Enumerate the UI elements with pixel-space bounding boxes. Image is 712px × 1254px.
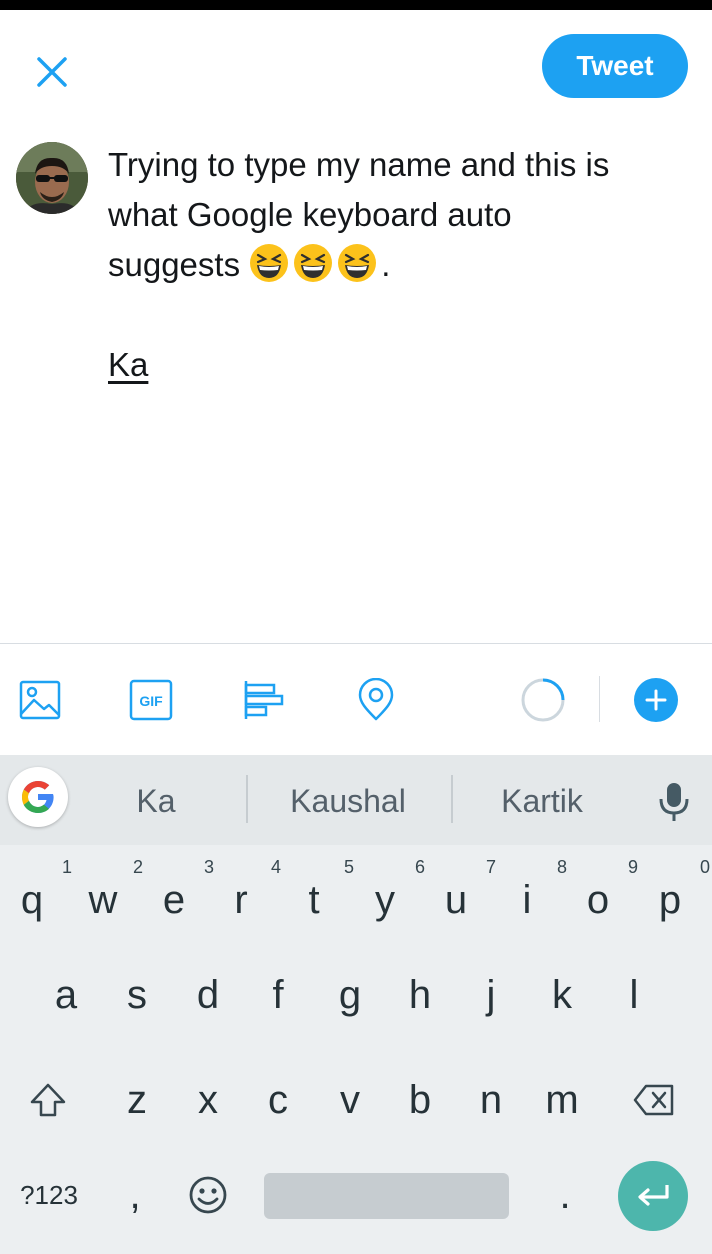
key-label: o <box>586 877 610 922</box>
toolbar-separator <box>599 676 600 722</box>
key-label: e <box>162 877 186 922</box>
poll-icon <box>244 681 284 719</box>
key-y[interactable]: y6 <box>357 857 425 940</box>
key-label: u <box>444 877 468 922</box>
suggestion-separator <box>246 775 248 823</box>
plus-icon <box>645 689 667 711</box>
microphone-icon <box>659 783 689 821</box>
close-button[interactable] <box>30 50 74 94</box>
symbols-key[interactable]: ?123 <box>8 1160 90 1230</box>
add-poll-button[interactable] <box>242 678 286 722</box>
key-label: r <box>234 877 248 922</box>
status-bar <box>0 0 712 10</box>
gif-label: GIF <box>139 693 163 709</box>
suggestion-item[interactable]: Ka <box>96 773 216 829</box>
key-q[interactable]: q1 <box>4 857 72 940</box>
grinning-squinting-face-icon <box>338 244 377 282</box>
key-v[interactable]: v <box>322 1060 378 1140</box>
suggestion-item[interactable]: Kartik <box>472 773 612 829</box>
emoji-key[interactable] <box>180 1160 236 1230</box>
key-w[interactable]: w2 <box>75 857 143 940</box>
key-c[interactable]: c <box>250 1060 306 1140</box>
backspace-key[interactable] <box>626 1060 682 1140</box>
voice-input-button[interactable] <box>654 777 694 827</box>
grinning-squinting-face-icon <box>294 244 333 282</box>
compose-line-emoji: suggests . <box>108 240 688 290</box>
avatar <box>16 142 88 214</box>
key-z[interactable]: z <box>109 1060 165 1140</box>
key-j[interactable]: j <box>463 955 519 1035</box>
backspace-icon <box>633 1084 674 1116</box>
add-location-button[interactable] <box>354 677 398 722</box>
compose-line: Trying to type my name and this is <box>108 146 610 183</box>
google-g-icon <box>22 781 54 813</box>
key-hint: 7 <box>485 857 496 877</box>
key-d[interactable]: d <box>180 955 236 1035</box>
key-n[interactable]: n <box>463 1060 519 1140</box>
key-label: i <box>522 877 532 922</box>
key-label: y <box>375 877 395 922</box>
key-e[interactable]: e3 <box>146 857 214 940</box>
on-screen-keyboard: Ka Kaushal Kartik q1 w2 e3 r4 t5 y6 u7 i… <box>0 755 712 1254</box>
compose-line-text: suggests <box>108 246 241 283</box>
key-hint: 4 <box>270 857 281 877</box>
avatar-photo <box>16 142 88 214</box>
key-h[interactable]: h <box>392 955 448 1035</box>
key-r[interactable]: r4 <box>213 857 281 940</box>
key-label: p <box>658 877 682 922</box>
add-tweet-button[interactable] <box>634 678 678 722</box>
key-u[interactable]: u7 <box>428 857 496 940</box>
key-k[interactable]: k <box>534 955 590 1035</box>
enter-key[interactable] <box>618 1161 688 1231</box>
key-m[interactable]: m <box>534 1060 590 1140</box>
compose-line: what Google keyboard auto <box>108 196 512 233</box>
key-hint: 5 <box>343 857 354 877</box>
key-t[interactable]: t5 <box>286 857 354 940</box>
key-hint: 9 <box>627 857 638 877</box>
key-l[interactable]: l <box>606 955 662 1035</box>
add-gif-button[interactable]: GIF <box>129 678 173 722</box>
tweet-button[interactable]: Tweet <box>542 34 688 98</box>
shift-icon <box>30 1083 66 1117</box>
key-hint: 0 <box>699 857 710 877</box>
suggestion-separator <box>451 775 453 823</box>
key-x[interactable]: x <box>180 1060 236 1140</box>
key-hint: 2 <box>132 857 143 877</box>
key-a[interactable]: a <box>38 955 94 1035</box>
key-label: q <box>20 877 44 922</box>
key-hint: 6 <box>414 857 425 877</box>
tweet-compose-text[interactable]: Trying to type my name and this is what … <box>108 140 688 390</box>
key-o[interactable]: o9 <box>570 857 638 940</box>
toolbar-divider <box>0 643 712 644</box>
google-button[interactable] <box>8 767 68 827</box>
emoji-icon <box>189 1176 227 1214</box>
gif-icon: GIF <box>129 679 173 721</box>
composing-word: Ka <box>108 346 149 383</box>
suggestion-item[interactable]: Kaushal <box>258 773 438 829</box>
location-icon <box>358 677 394 721</box>
grinning-squinting-face-icon <box>250 244 289 282</box>
spacebar[interactable] <box>264 1173 509 1219</box>
key-b[interactable]: b <box>392 1060 448 1140</box>
key-i[interactable]: i8 <box>499 857 567 940</box>
add-image-button[interactable] <box>18 678 62 722</box>
key-f[interactable]: f <box>250 955 306 1035</box>
key-hint: 1 <box>61 857 72 877</box>
character-counter-ring <box>521 678 565 722</box>
key-g[interactable]: g <box>322 955 378 1035</box>
shift-key[interactable] <box>18 1060 78 1140</box>
comma-key[interactable]: , <box>110 1160 160 1230</box>
image-icon <box>19 680 61 720</box>
key-label: w <box>88 877 118 922</box>
close-icon <box>37 57 67 87</box>
suggestion-bar: Ka Kaushal Kartik <box>0 755 712 845</box>
key-s[interactable]: s <box>109 955 165 1035</box>
key-hint: 8 <box>556 857 567 877</box>
key-label: t <box>308 877 320 922</box>
enter-icon <box>638 1185 669 1206</box>
compose-period: . <box>381 246 391 283</box>
period-key[interactable]: . <box>540 1160 590 1230</box>
key-p[interactable]: p0 <box>642 857 710 940</box>
